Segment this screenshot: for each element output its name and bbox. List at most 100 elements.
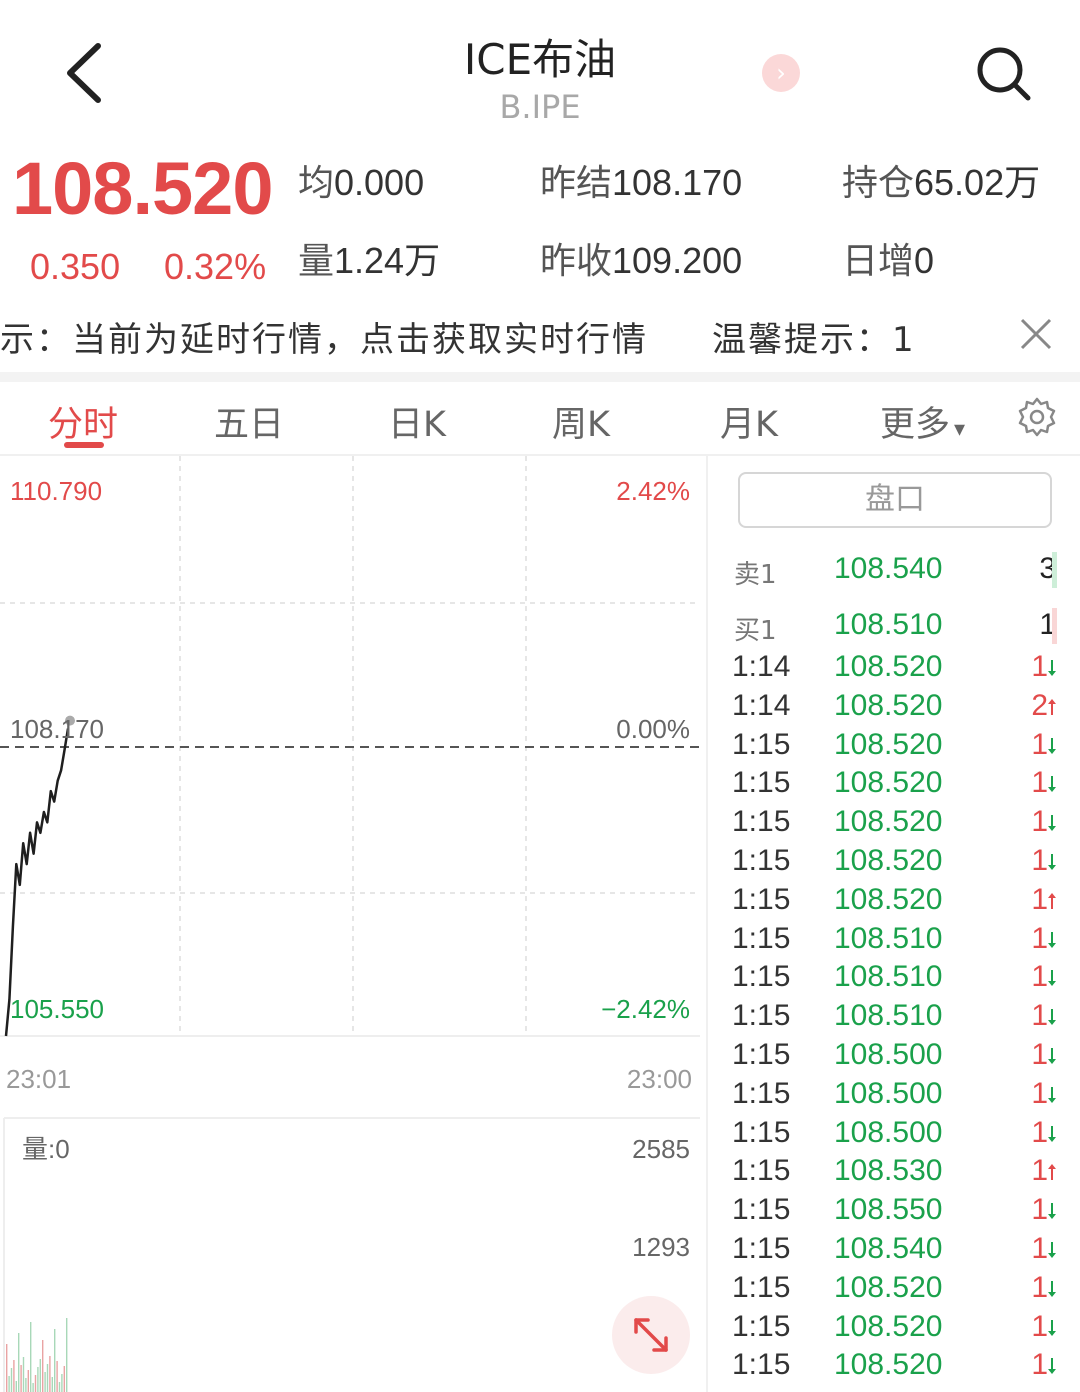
axis-price-mid: 108.170 xyxy=(10,714,104,744)
chevron-right-icon[interactable]: › xyxy=(762,54,800,92)
arrow-down-icon xyxy=(1048,776,1056,793)
tick-volume: 1 xyxy=(1031,1154,1048,1188)
volume-bar xyxy=(10,1368,13,1392)
tick-time: 1:15 xyxy=(732,1038,791,1071)
tick-volume: 1 xyxy=(1031,999,1048,1033)
volume-bar xyxy=(20,1365,22,1392)
arrow-down-icon xyxy=(1048,970,1056,987)
tick-price: 108.500 xyxy=(834,1076,943,1110)
tick-row: 1:15 108.520 1 xyxy=(732,1348,1062,1386)
tick-row: 1:15 108.510 1 xyxy=(732,999,1062,1037)
tab-weekly-k[interactable]: 周K xyxy=(552,396,610,447)
buy1-volume: 1 xyxy=(1039,608,1056,641)
orderbook-button[interactable]: 盘口 xyxy=(738,472,1052,528)
arrow-up-icon xyxy=(1048,1164,1056,1181)
tab-five-day[interactable]: 五日 xyxy=(214,396,284,447)
arrow-down-icon xyxy=(1048,1086,1056,1103)
tick-time: 1:15 xyxy=(732,1076,791,1110)
tick-volume: 2 xyxy=(1031,688,1048,722)
stat-daily-increase: 日增0 xyxy=(842,240,935,282)
price-line xyxy=(4,728,70,1037)
arrow-down-icon xyxy=(1048,1203,1056,1220)
volume-bar xyxy=(66,1318,68,1392)
tick-time: 1:15 xyxy=(732,1193,791,1227)
volume-bar xyxy=(58,1382,61,1392)
buy1-label: 买1 xyxy=(734,616,777,646)
intraday-chart[interactable]: 110.790 2.42% 108.170 0.00% 105.550 −2.4… xyxy=(0,456,706,1392)
volume-bar xyxy=(30,1322,32,1392)
axis-pct-low: −2.42% xyxy=(601,994,690,1024)
volume-bar xyxy=(13,1360,15,1392)
tick-time: 1:15 xyxy=(732,1270,791,1304)
tick-price: 108.520 xyxy=(834,882,943,916)
tick-price: 108.530 xyxy=(834,1154,943,1188)
tick-volume: 1 xyxy=(1031,727,1048,761)
price-change-percent: 0.32% xyxy=(164,246,267,287)
volume-bar xyxy=(27,1370,29,1392)
tick-volume: 1 xyxy=(1031,805,1048,839)
volume-axis-max: 2585 xyxy=(632,1134,690,1164)
stat-open-interest: 持仓65.02万 xyxy=(842,162,1041,204)
arrow-down-icon xyxy=(1048,1358,1056,1375)
tick-time: 1:15 xyxy=(732,1154,791,1188)
stat-volume: 量1.24万 xyxy=(298,240,441,282)
delayed-quote-notice[interactable]: 提示：当前为延时行情，点击获取实时行情 温馨提示：1 xyxy=(0,312,1000,362)
expand-icon xyxy=(634,1318,668,1352)
tick-row: 1:15 108.520 1 xyxy=(732,728,1062,766)
sell1-label: 卖1 xyxy=(734,560,777,590)
volume-bar xyxy=(63,1366,65,1392)
arrow-down-icon xyxy=(1048,931,1056,948)
tick-price: 108.500 xyxy=(834,1038,943,1071)
tick-row: 1:15 108.500 1 xyxy=(732,1077,1062,1115)
tick-time: 1:15 xyxy=(732,1309,791,1343)
volume-bar xyxy=(61,1374,63,1392)
volume-bar xyxy=(56,1361,58,1392)
tick-volume: 1 xyxy=(1031,882,1048,916)
stat-average: 均0.000 xyxy=(298,162,425,204)
search-icon[interactable] xyxy=(974,44,1034,104)
tick-row: 1:15 108.540 1 xyxy=(732,1232,1062,1270)
tick-row: 1:15 108.520 1 xyxy=(732,844,1062,882)
buy1-depth-bar xyxy=(1052,608,1057,644)
close-icon[interactable] xyxy=(1016,314,1056,354)
axis-pct-mid: 0.00% xyxy=(616,714,690,744)
volume-bar xyxy=(49,1356,51,1392)
gear-icon[interactable] xyxy=(1016,396,1058,438)
tick-time: 1:15 xyxy=(732,844,791,877)
tick-time: 1:15 xyxy=(732,921,791,955)
stat-prev-close: 昨收109.200 xyxy=(540,240,743,282)
ticker-symbol: B.IPE xyxy=(499,88,581,126)
tick-price: 108.520 xyxy=(834,766,943,800)
tick-price: 108.510 xyxy=(834,960,943,994)
sell1-depth-bar xyxy=(1052,552,1057,588)
tick-time: 1:15 xyxy=(732,766,791,800)
arrow-down-icon xyxy=(1048,815,1056,832)
axis-price-low: 105.550 xyxy=(10,994,104,1024)
tick-row: 1:15 108.500 1 xyxy=(732,1116,1062,1154)
tab-more[interactable]: 更多 ▾ xyxy=(880,396,965,447)
tick-row: 1:15 108.520 1 xyxy=(732,1271,1062,1309)
tick-volume: 1 xyxy=(1031,1309,1048,1343)
volume-bar xyxy=(32,1383,34,1392)
tick-price: 108.520 xyxy=(834,688,943,722)
arrow-up-icon xyxy=(1048,698,1056,715)
tab-daily-k[interactable]: 日K xyxy=(388,396,446,447)
tick-row: 1:14 108.520 2 xyxy=(732,689,1062,727)
tick-row: 1:14 108.520 1 xyxy=(732,650,1062,688)
tick-time: 1:15 xyxy=(732,1348,791,1382)
arrow-down-icon xyxy=(1048,660,1056,676)
tick-price: 108.520 xyxy=(834,805,943,839)
tick-row: 1:15 108.510 1 xyxy=(732,960,1062,998)
tick-volume: 1 xyxy=(1031,1193,1048,1227)
tick-price: 108.520 xyxy=(834,844,943,877)
price-change: 0.350 xyxy=(30,246,121,287)
volume-bar xyxy=(51,1377,53,1392)
volume-bar xyxy=(39,1359,41,1392)
tick-time: 1:15 xyxy=(732,999,791,1033)
tick-volume: 1 xyxy=(1031,766,1048,800)
fullscreen-button[interactable] xyxy=(612,1296,690,1374)
tick-price: 108.550 xyxy=(834,1193,943,1227)
tab-monthly-k[interactable]: 月K xyxy=(720,396,778,447)
active-tab-indicator xyxy=(64,442,104,448)
tab-intraday[interactable]: 分时 xyxy=(48,396,118,447)
